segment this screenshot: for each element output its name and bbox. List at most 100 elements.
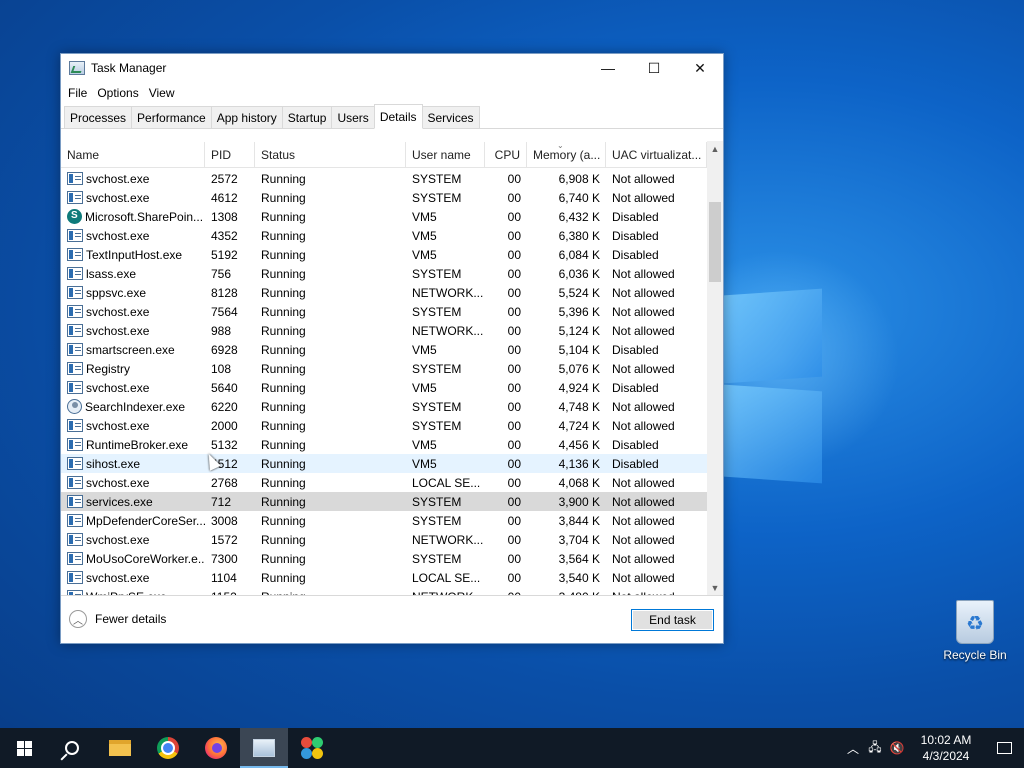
tab-app-history[interactable]: App history [210,106,283,128]
volume-muted-icon[interactable]: 🔇 [886,741,908,755]
recycle-bin[interactable]: Recycle Bin [938,600,1012,662]
chevron-up-icon: ︿ [69,610,87,628]
process-name: svchost.exe [86,532,150,547]
column-header-pid[interactable]: PID [205,142,255,167]
clock[interactable]: 10:02 AM 4/3/2024 [908,732,984,764]
table-row[interactable]: RuntimeBroker.exe 5132 Running VM5 00 4,456 K… [61,435,707,454]
scroll-down-arrow-icon[interactable]: ▼ [707,580,723,596]
cell-mem: 5,104 K [558,342,600,357]
cell-user: VM5 [412,342,437,357]
cell-cpu: 00 [507,361,521,376]
table-row[interactable]: svchost.exe 7564 Running SYSTEM 00 5,396 K Not… [61,302,707,321]
cell-pid: 108 [211,361,232,376]
show-hidden-icons-chevron-icon[interactable]: ︿ [842,740,864,757]
table-row[interactable]: svchost.exe 4612 Running SYSTEM 00 6,740 K Not… [61,188,707,207]
cell-uac: Not allowed [612,190,675,205]
cell-name: svchost.exe [61,571,205,585]
table-row[interactable]: TextInputHost.exe 5192 Running VM5 00 6,084 K… [61,245,707,264]
table-row[interactable]: lsass.exe 756 Running SYSTEM 00 6,036 K Not al… [61,264,707,283]
table-row[interactable]: sihost.exe 4512 Running VM5 00 4,136 K Disable… [61,454,707,473]
process-name: sppsvc.exe [86,285,147,300]
cell-mem: 5,524 K [558,285,600,300]
cell-uac: Disabled [612,342,659,357]
task-manager-taskbar-button[interactable] [240,728,288,768]
cell-user: VM5 [412,437,437,452]
pinwheel-app-button[interactable] [288,728,336,768]
cell-status: Running [261,266,306,281]
firefox-button[interactable] [192,728,240,768]
process-name: SearchIndexer.exe [85,399,186,414]
tab-bar: Processes Performance App history Startu… [61,104,723,129]
tab-processes[interactable]: Processes [64,106,133,128]
cell-user: LOCAL SE... [412,475,481,490]
cell-status: Running [261,380,306,395]
menu-options[interactable]: Options [92,86,143,100]
file-explorer-button[interactable] [96,728,144,768]
tab-services[interactable]: Services [421,106,480,128]
menu-view[interactable]: View [144,86,180,100]
table-row[interactable]: MoUsoCoreWorker.e... 7300 Running SYSTEM 00 3… [61,549,707,568]
process-name: lsass.exe [86,266,137,281]
menu-file[interactable]: File [63,86,92,100]
table-row[interactable]: svchost.exe 4352 Running VM5 00 6,380 K Disabl… [61,226,707,245]
column-header-cpu[interactable]: CPU [485,142,527,167]
fewer-details-toggle[interactable]: ︿ Fewer details [69,610,166,628]
vertical-scrollbar[interactable]: ▲ ▼ [707,141,723,596]
tab-performance[interactable]: Performance [131,106,212,128]
cell-user: SYSTEM [412,171,462,186]
cell-cpu: 00 [507,323,521,338]
column-header-name[interactable]: Name [61,142,205,167]
service-icon [67,362,83,375]
cell-name: svchost.exe [61,533,205,547]
column-header-memory[interactable]: ⌄ Memory (a... [527,142,606,167]
clock-time: 10:02 AM [920,733,972,747]
column-header-status[interactable]: Status [255,142,406,167]
table-row[interactable]: SearchIndexer.exe 6220 Running SYSTEM 00 4,74… [61,397,707,416]
table-row[interactable]: svchost.exe 2572 Running SYSTEM 00 6,908 K Not… [61,169,707,188]
search-button[interactable] [48,728,96,768]
notification-center-button[interactable] [984,742,1024,754]
table-row[interactable]: svchost.exe 1104 Running LOCAL SE... 00 3,540… [61,568,707,587]
chrome-button[interactable] [144,728,192,768]
service-icon [67,305,83,318]
table-row[interactable]: svchost.exe 5640 Running VM5 00 4,924 K Disabl… [61,378,707,397]
column-header-user-name[interactable]: User name [406,142,485,167]
end-task-button[interactable]: End task [631,609,714,631]
cell-user: VM5 [412,380,437,395]
minimize-button[interactable]: — [585,54,631,82]
tab-startup[interactable]: Startup [281,106,333,128]
column-header-uac-virtualization[interactable]: UAC virtualizat... [606,142,707,167]
table-row[interactable]: Microsoft.SharePoin... 1308 Running VM5 00 6,… [61,207,707,226]
table-row[interactable]: MpDefenderCoreSer... 3008 Running SYSTEM 00 3… [61,511,707,530]
scrollbar-thumb[interactable] [709,202,721,282]
scroll-up-arrow-icon[interactable]: ▲ [707,141,723,157]
table-row[interactable]: svchost.exe 988 Running NETWORK... 00 5,124 K… [61,321,707,340]
table-row[interactable]: svchost.exe 2768 Running LOCAL SE... 00 4,068… [61,473,707,492]
cell-uac: Disabled [612,380,659,395]
table-row[interactable]: sppsvc.exe 8128 Running NETWORK... 00 5,524 K… [61,283,707,302]
cell-cpu: 00 [507,570,521,585]
tab-details[interactable]: Details [373,104,423,129]
table-row[interactable]: svchost.exe 1572 Running NETWORK... 00 3,704 … [61,530,707,549]
cell-mem: 6,036 K [558,266,600,281]
maximize-button[interactable]: ☐ [631,54,677,82]
cell-mem: 5,076 K [558,361,600,376]
cell-mem: 3,540 K [558,570,600,585]
tab-users[interactable]: Users [331,106,375,128]
process-name: smartscreen.exe [86,342,175,357]
start-button[interactable] [0,728,48,768]
network-icon[interactable]: 🖧 [864,738,886,759]
cell-status: Running [261,171,306,186]
cell-cpu: 00 [507,190,521,205]
cell-status: Running [261,209,306,224]
table-row[interactable]: services.exe 712 Running SYSTEM 00 3,900 K Not… [61,492,707,511]
process-name: svchost.exe [86,475,150,490]
table-row[interactable]: smartscreen.exe 6928 Running VM5 00 5,104 K Di… [61,340,707,359]
cell-status: Running [261,418,306,433]
cell-mem: 3,900 K [558,494,600,509]
title-bar[interactable]: Task Manager — ☐ ✕ [61,54,723,82]
process-name: svchost.exe [86,304,150,319]
table-row[interactable]: svchost.exe 2000 Running SYSTEM 00 4,724 K Not… [61,416,707,435]
close-button[interactable]: ✕ [677,54,723,82]
table-row[interactable]: Registry 108 Running SYSTEM 00 5,076 K Not all… [61,359,707,378]
